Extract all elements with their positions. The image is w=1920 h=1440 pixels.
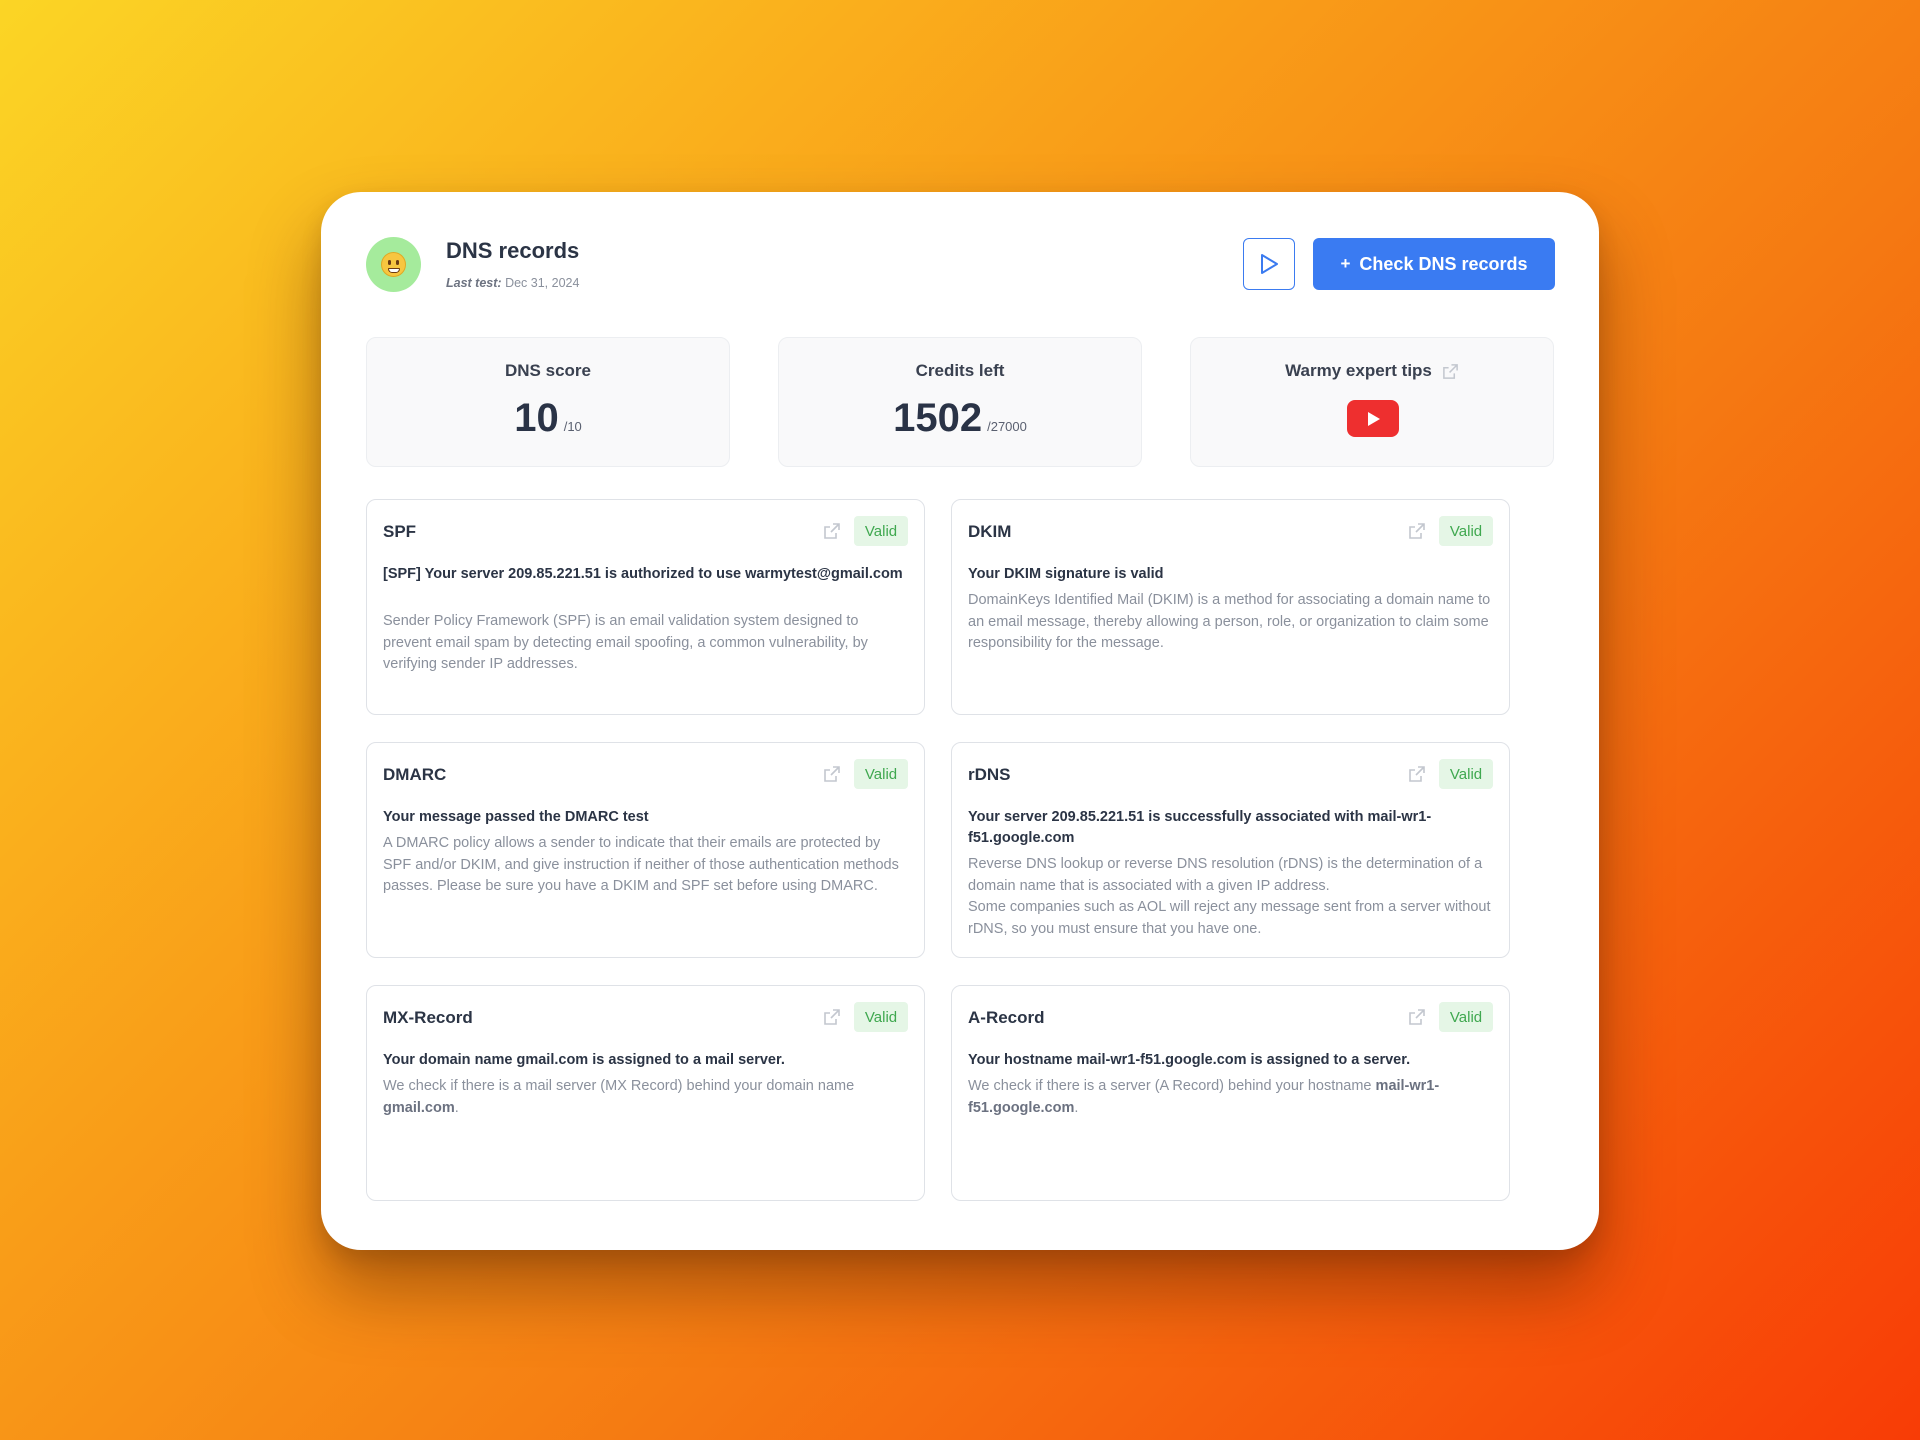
- dkim-description: DomainKeys Identified Mail (DKIM) is a m…: [968, 592, 1491, 651]
- spf-headline: [SPF] Your server 209.85.221.51 is autho…: [383, 566, 903, 582]
- check-dns-records-button[interactable]: + Check DNS records: [1313, 238, 1555, 290]
- spf-description: Sender Policy Framework (SPF) is an emai…: [383, 613, 868, 672]
- dkim-title: DKIM: [968, 522, 1012, 541]
- rdns-headline: Your server 209.85.221.51 is successfull…: [968, 809, 1432, 846]
- dns-score-max: /10: [563, 419, 582, 434]
- rdns-description: Reverse DNS lookup or reverse DNS resolu…: [968, 854, 1495, 940]
- status-badge: Valid: [854, 516, 908, 546]
- play-video-button[interactable]: [1243, 238, 1295, 290]
- external-link-icon[interactable]: [823, 765, 841, 783]
- check-dns-records-label: Check DNS records: [1359, 253, 1528, 274]
- plus-icon: +: [1340, 254, 1351, 273]
- avatar: [366, 237, 421, 292]
- credits-left-card: Credits left 1502 /27000: [778, 337, 1142, 467]
- page-title: DNS records: [446, 238, 580, 263]
- credits-left-max: /27000: [987, 419, 1027, 434]
- rdns-description-line-1: Reverse DNS lookup or reverse DNS resolu…: [968, 856, 1483, 894]
- expert-tips-card: Warmy expert tips: [1190, 337, 1554, 467]
- external-link-icon[interactable]: [823, 1008, 841, 1026]
- youtube-play-icon: [1368, 411, 1380, 426]
- spf-card: SPF Valid [SPF] Your server 209.85.221.5…: [366, 499, 925, 715]
- status-badge: Valid: [854, 759, 908, 789]
- status-badge: Valid: [854, 1002, 908, 1032]
- mx-record-headline: Your domain name gmail.com is assigned t…: [383, 1052, 785, 1068]
- external-link-icon[interactable]: [823, 522, 841, 540]
- youtube-icon[interactable]: [1347, 400, 1399, 437]
- a-record-description: We check if there is a server (A Record)…: [968, 1078, 1440, 1116]
- credits-left-label: Credits left: [915, 361, 1005, 380]
- external-link-icon[interactable]: [1408, 522, 1426, 540]
- external-link-icon[interactable]: [1442, 363, 1459, 380]
- mx-record-domain: gmail.com: [383, 1099, 455, 1116]
- rdns-description-line-2: Some companies such as AOL will reject a…: [968, 899, 1491, 937]
- dmarc-headline: Your message passed the DMARC test: [383, 809, 649, 825]
- a-record-headline: Your hostname mail-wr1-f51.google.com is…: [968, 1052, 1411, 1068]
- rdns-title: rDNS: [968, 765, 1011, 784]
- external-link-icon[interactable]: [1408, 765, 1426, 783]
- mx-record-description: We check if there is a mail server (MX R…: [383, 1078, 855, 1116]
- last-test: Last test: Dec 31, 2024: [446, 276, 579, 290]
- dmarc-description: A DMARC policy allows a sender to indica…: [383, 835, 899, 894]
- dmarc-title: DMARC: [383, 765, 447, 784]
- dns-score-value: 10 /10: [367, 396, 729, 441]
- status-badge: Valid: [1439, 516, 1493, 546]
- mx-record-card: MX-Record Valid Your domain name gmail.c…: [366, 985, 925, 1201]
- grinning-face-icon: [381, 252, 406, 277]
- dns-records-panel: DNS records Last test: Dec 31, 2024 + Ch…: [321, 192, 1599, 1250]
- external-link-icon[interactable]: [1408, 1008, 1426, 1026]
- play-icon: [1261, 254, 1278, 274]
- a-record-card: A-Record Valid Your hostname mail-wr1-f5…: [951, 985, 1510, 1201]
- expert-tips-label: Warmy expert tips: [1285, 361, 1432, 380]
- dns-score-number: 10: [514, 396, 559, 440]
- credits-left-value: 1502 /27000: [779, 396, 1141, 441]
- dns-score-label: DNS score: [505, 361, 591, 380]
- mx-record-title: MX-Record: [383, 1008, 473, 1027]
- dkim-card: DKIM Valid Your DKIM signature is valid …: [951, 499, 1510, 715]
- dkim-headline: Your DKIM signature is valid: [968, 566, 1164, 582]
- dmarc-card: DMARC Valid Your message passed the DMAR…: [366, 742, 925, 958]
- a-record-title: A-Record: [968, 1008, 1045, 1027]
- spf-title: SPF: [383, 522, 417, 541]
- last-test-label: Last test:: [446, 276, 502, 290]
- credits-left-number: 1502: [893, 396, 983, 440]
- rdns-card: rDNS Valid Your server 209.85.221.51 is …: [951, 742, 1510, 958]
- status-badge: Valid: [1439, 1002, 1493, 1032]
- status-badge: Valid: [1439, 759, 1493, 789]
- last-test-value: Dec 31, 2024: [505, 276, 580, 290]
- dns-score-card: DNS score 10 /10: [366, 337, 730, 467]
